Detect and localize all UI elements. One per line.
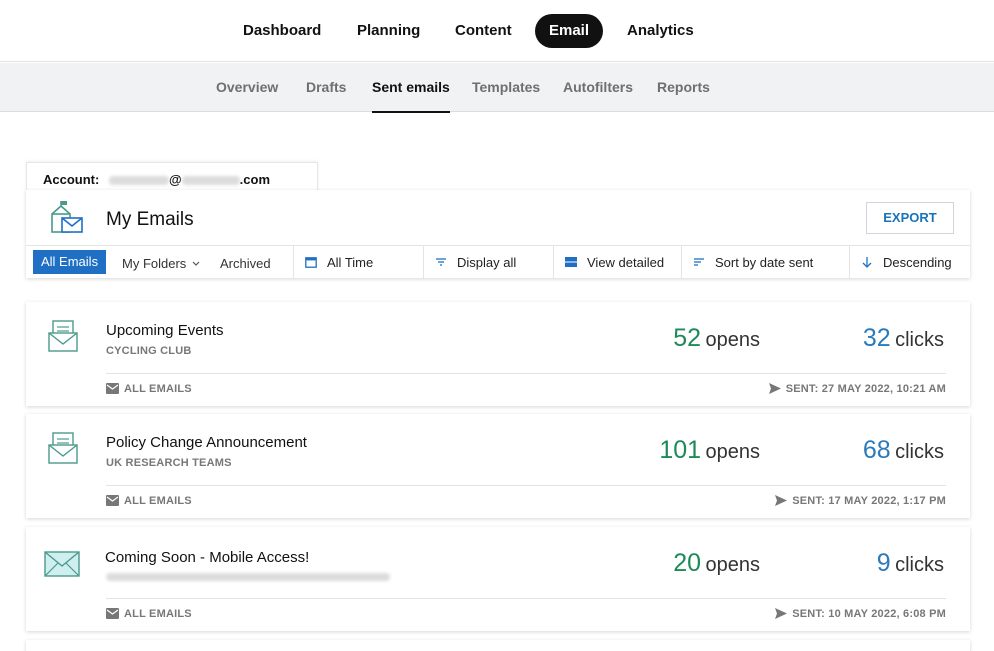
email-subject: Coming Soon - Mobile Access! xyxy=(105,549,310,566)
tab-sent-emails[interactable]: Sent emails xyxy=(372,63,450,113)
email-folder: ALL EMAILS xyxy=(106,495,192,507)
filter-bar: All Emails My Folders Archived All Time … xyxy=(26,245,970,279)
email-card[interactable]: Coming Soon - Mobile Access! 20 opens 9 … xyxy=(26,527,970,631)
export-button[interactable]: EXPORT xyxy=(866,202,954,234)
clicks-count: 32 xyxy=(862,324,891,352)
sub-navigation: Overview Drafts Sent emails Templates Au… xyxy=(0,63,994,113)
sent-info: SENT: 17 MAY 2022, 1:17 PM xyxy=(775,495,946,507)
filter-tab-all-emails[interactable]: All Emails xyxy=(33,250,107,274)
mail-icon xyxy=(106,608,119,619)
tab-autofilters[interactable]: Autofilters xyxy=(563,63,633,112)
sent-info: SENT: 10 MAY 2022, 6:08 PM xyxy=(775,608,946,620)
account-at: @ xyxy=(168,172,182,187)
opens-label: opens xyxy=(705,329,761,351)
send-icon xyxy=(775,608,788,619)
tab-drafts[interactable]: Drafts xyxy=(306,63,346,112)
filter-tab-archived[interactable]: Archived xyxy=(220,246,271,279)
time-filter[interactable]: All Time xyxy=(293,246,423,279)
email-audience: UK RESEARCH TEAMS xyxy=(106,457,232,469)
my-emails-panel: My Emails EXPORT All Emails My Folders A… xyxy=(26,190,970,279)
top-navigation: Dashboard Planning Content Email Analyti… xyxy=(0,0,994,62)
account-domain-suffix: .com xyxy=(239,172,270,187)
envelope-icon xyxy=(44,551,80,577)
email-card-partial[interactable] xyxy=(26,640,970,651)
clicks-count: 9 xyxy=(876,549,891,577)
opens-count: 52 xyxy=(673,324,702,352)
nav-content[interactable]: Content xyxy=(441,14,526,48)
sent-date: SENT: 10 MAY 2022, 6:08 PM xyxy=(792,608,946,620)
email-subject: Policy Change Announcement xyxy=(106,434,307,451)
calendar-icon xyxy=(305,257,317,268)
clicks-label: clicks xyxy=(895,441,944,463)
card-divider xyxy=(106,373,946,374)
sort-icon xyxy=(694,258,704,266)
filter-tab-my-folders[interactable]: My Folders xyxy=(122,246,200,279)
nav-planning[interactable]: Planning xyxy=(343,14,434,48)
view-detailed-icon xyxy=(565,257,577,267)
email-card[interactable]: Upcoming Events CYCLING CLUB 52 opens 32… xyxy=(26,302,970,406)
clicks-stat: 9 clicks xyxy=(877,549,944,578)
opens-label: opens xyxy=(705,554,761,576)
clicks-label: clicks xyxy=(895,554,944,576)
mail-icon xyxy=(106,383,119,394)
page-title: My Emails xyxy=(106,209,194,230)
opens-label: opens xyxy=(705,441,761,463)
opens-stat: 52 opens xyxy=(673,324,760,353)
account-domain-redacted xyxy=(181,176,240,186)
account-label: Account: xyxy=(43,172,100,187)
nav-dashboard[interactable]: Dashboard xyxy=(229,14,335,48)
display-filter[interactable]: Display all xyxy=(423,246,553,279)
email-folder: ALL EMAILS xyxy=(106,383,192,395)
folder-label: ALL EMAILS xyxy=(124,608,192,620)
active-tab-underline xyxy=(372,111,450,113)
card-divider xyxy=(106,598,946,599)
email-subject: Upcoming Events xyxy=(106,322,224,339)
sort-selector[interactable]: Sort by date sent xyxy=(681,246,849,279)
tab-sent-emails-label: Sent emails xyxy=(372,79,450,95)
opens-count: 101 xyxy=(659,436,702,464)
email-audience-redacted xyxy=(106,573,390,581)
card-divider xyxy=(106,485,946,486)
sent-date: SENT: 17 MAY 2022, 1:17 PM xyxy=(792,495,946,507)
email-card[interactable]: Policy Change Announcement UK RESEARCH T… xyxy=(26,414,970,518)
sort-selector-label: Sort by date sent xyxy=(715,255,814,270)
order-toggle[interactable]: Descending xyxy=(849,246,970,279)
tab-templates[interactable]: Templates xyxy=(472,63,540,112)
folder-label: ALL EMAILS xyxy=(124,495,192,507)
tab-overview[interactable]: Overview xyxy=(216,63,278,112)
view-toggle-label: View detailed xyxy=(587,255,665,270)
filter-icon xyxy=(436,258,446,266)
order-toggle-label: Descending xyxy=(883,255,952,270)
clicks-label: clicks xyxy=(895,329,944,351)
my-folders-label: My Folders xyxy=(122,256,187,271)
chevron-down-icon xyxy=(192,261,200,266)
clicks-stat: 68 clicks xyxy=(863,436,944,465)
folder-label: ALL EMAILS xyxy=(124,383,192,395)
nav-email[interactable]: Email xyxy=(535,14,604,48)
time-filter-label: All Time xyxy=(327,255,374,270)
opens-stat: 20 opens xyxy=(673,549,760,578)
sent-date: SENT: 27 MAY 2022, 10:21 AM xyxy=(785,383,946,395)
opens-count: 20 xyxy=(673,549,702,577)
send-icon xyxy=(775,495,788,506)
email-sent-icon xyxy=(48,320,78,352)
account-user-redacted xyxy=(108,176,169,186)
email-sent-icon xyxy=(48,432,78,464)
email-folder: ALL EMAILS xyxy=(106,608,192,620)
mail-icon xyxy=(106,495,119,506)
tab-reports[interactable]: Reports xyxy=(657,63,710,112)
send-icon xyxy=(768,383,781,394)
view-toggle[interactable]: View detailed xyxy=(553,246,681,279)
opens-stat: 101 opens xyxy=(659,436,760,465)
nav-analytics[interactable]: Analytics xyxy=(613,14,708,48)
email-audience: CYCLING CLUB xyxy=(106,345,192,357)
mailbox-icon xyxy=(51,201,83,233)
display-filter-label: Display all xyxy=(457,255,517,270)
clicks-stat: 32 clicks xyxy=(863,324,944,353)
clicks-count: 68 xyxy=(862,436,891,464)
arrow-down-icon xyxy=(862,257,872,268)
sent-info: SENT: 27 MAY 2022, 10:21 AM xyxy=(768,383,946,395)
account-tab: Account: @ .com xyxy=(26,162,318,192)
